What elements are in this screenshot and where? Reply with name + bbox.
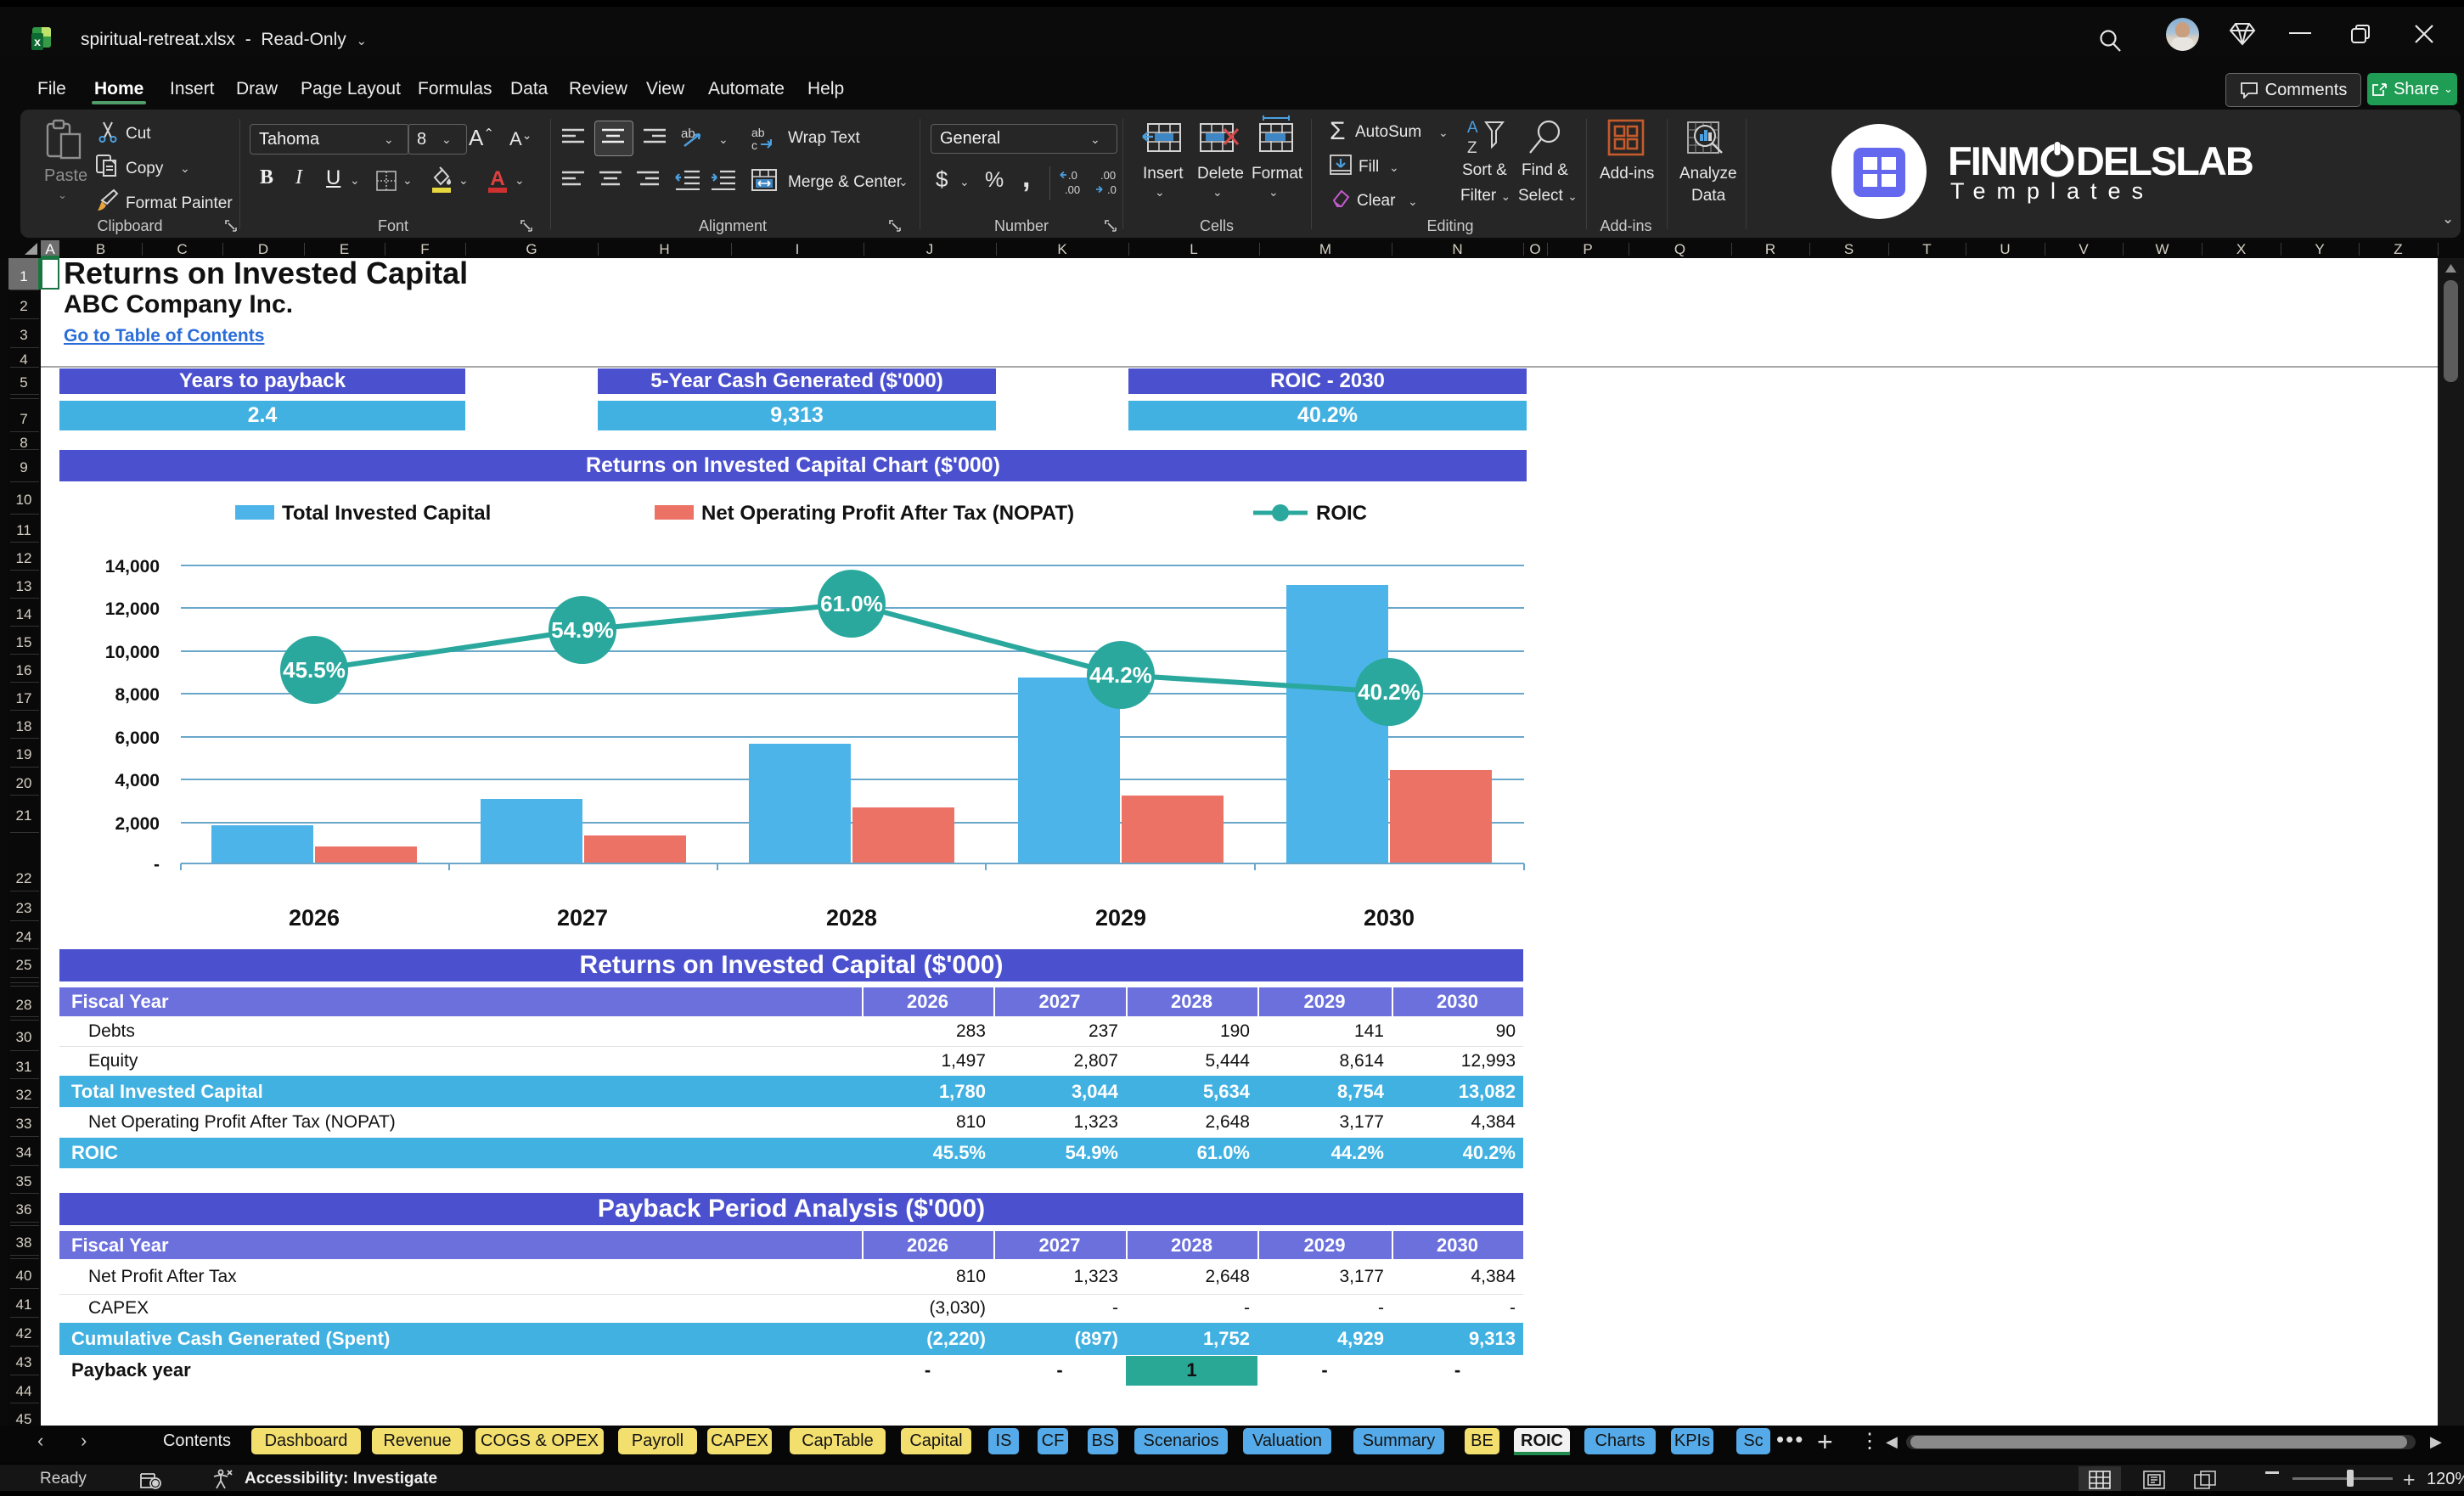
- svg-text:x: x: [34, 35, 41, 48]
- svg-text:A: A: [1467, 119, 1478, 137]
- svg-text:10,000: 10,000: [105, 643, 160, 662]
- svg-text:Net Operating Profit After Tax: Net Operating Profit After Tax (NOPAT): [701, 502, 1074, 525]
- svg-text:.0: .0: [1068, 169, 1077, 182]
- svg-text:2,000: 2,000: [115, 814, 160, 834]
- svg-text:8,000: 8,000: [115, 685, 160, 705]
- svg-text:Z: Z: [1467, 139, 1477, 156]
- svg-text:61.0%: 61.0%: [820, 591, 883, 616]
- svg-text:-: -: [154, 855, 160, 875]
- svg-text:A: A: [490, 168, 504, 190]
- svg-text:2026: 2026: [289, 905, 340, 931]
- svg-text:4,000: 4,000: [115, 771, 160, 790]
- svg-text:2030: 2030: [1364, 905, 1415, 931]
- svg-text:14,000: 14,000: [105, 557, 160, 576]
- svg-text:2029: 2029: [1095, 905, 1146, 931]
- svg-text:ab: ab: [751, 126, 765, 139]
- svg-text:.0: .0: [1107, 183, 1117, 196]
- svg-text:c: c: [751, 138, 757, 151]
- svg-text:12,000: 12,000: [105, 599, 160, 619]
- svg-text:2027: 2027: [557, 905, 608, 931]
- svg-text:54.9%: 54.9%: [551, 617, 614, 643]
- svg-text:2028: 2028: [826, 905, 877, 931]
- svg-text:40.2%: 40.2%: [1358, 679, 1420, 705]
- svg-text:45.5%: 45.5%: [283, 657, 346, 683]
- svg-text:Total Invested Capital: Total Invested Capital: [282, 502, 491, 525]
- svg-text:ROIC: ROIC: [1316, 502, 1367, 525]
- svg-text:6,000: 6,000: [115, 728, 160, 748]
- svg-text:.00: .00: [1065, 183, 1080, 196]
- svg-text:44.2%: 44.2%: [1089, 662, 1152, 688]
- svg-text:.00: .00: [1100, 169, 1116, 182]
